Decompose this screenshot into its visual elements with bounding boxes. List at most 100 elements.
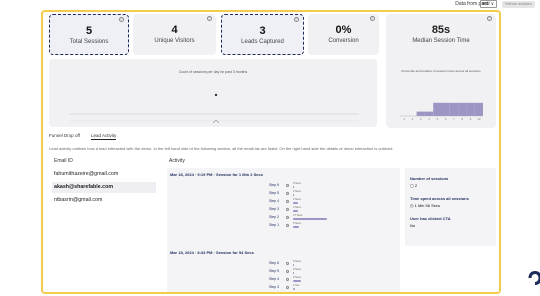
median-value: 85s <box>431 24 451 36</box>
step-duration-bar <box>293 264 294 266</box>
email-list-item[interactable]: fahumithazeire@gmail.com <box>52 169 156 180</box>
histogram-bar <box>466 102 475 116</box>
cta-clicked-value: No <box>410 223 416 228</box>
info-icon[interactable]: ⓘ <box>487 16 492 21</box>
stat-value: 5 <box>85 25 93 37</box>
stat-card-conversion: ⓘ 0% Conversion <box>308 14 379 55</box>
step-duration: 4 Secs <box>293 198 301 201</box>
step-dot <box>286 270 289 273</box>
histogram-tick: 7 <box>453 117 455 121</box>
step-duration: 1 Sec <box>293 284 300 287</box>
time-spent-label: Time spent across all sessions <box>410 196 469 201</box>
sessions-count-value: ▢ 2 <box>410 183 418 188</box>
time-spent-value: ◷ 1 Min 56 Secs <box>410 203 440 208</box>
step-dot <box>286 208 289 211</box>
stat-label: Total Sessions <box>69 39 109 45</box>
histogram-tick: 6 <box>445 117 447 121</box>
step-duration: 27 Secs <box>293 214 303 217</box>
step-label: Step 4 <box>269 277 280 281</box>
tab-lead-activity[interactable]: Lead Activity <box>91 133 117 140</box>
email-list-item-selected[interactable]: akash@sharefable.com <box>52 182 156 193</box>
histogram-tick: 5 <box>437 117 439 121</box>
stat-label: Conversion <box>328 38 359 44</box>
top-bar: Data from past 90d ∨ Refresh analytics <box>0 0 540 10</box>
step-duration-bar <box>293 210 298 212</box>
step-duration-bar <box>293 288 295 290</box>
analytics-panel: ⓘ 5 Total Sessions ⓘ 4 Unique Visitors ⓘ… <box>41 10 501 294</box>
step-dot <box>286 262 289 265</box>
step-duration-bar <box>293 226 300 228</box>
step-duration: 0 Secs <box>293 260 301 263</box>
date-range-select[interactable]: 90d ∨ <box>480 0 497 8</box>
activity-timeline: Mar 18, 2024 · 9:19 PM · Session for 1 M… <box>167 168 400 292</box>
step-duration: 6 Secs <box>293 276 301 279</box>
step-duration: 5 Secs <box>293 222 301 225</box>
step-duration-bar <box>293 280 301 282</box>
email-list-item[interactable]: ntbasrin@gmail.com <box>52 195 156 206</box>
step-duration-bar <box>293 186 294 188</box>
step-duration: 4 Secs <box>293 206 301 209</box>
cta-clicked-label: User has clicked CTA <box>410 216 451 221</box>
step-label: Step 2 <box>269 215 280 219</box>
median-caption: Percentile and duration of session times… <box>401 69 481 73</box>
step-label: Step 3 <box>269 207 280 211</box>
sessions-plot <box>69 93 359 124</box>
stat-label: Unique Visitors <box>154 38 195 44</box>
tab-funnel-drop-off[interactable]: Funnel Drop off <box>49 133 80 138</box>
histogram-tick: 9 <box>470 117 472 121</box>
step-duration-bar <box>293 194 294 196</box>
step-dot <box>286 216 289 219</box>
step-dot <box>286 278 289 281</box>
stat-card-total-sessions[interactable]: ⓘ 5 Total Sessions <box>49 14 129 55</box>
session-header: Mar 18, 2024 · 9:19 PM · Session for 1 M… <box>170 172 263 177</box>
median-label: Median Session Time <box>412 38 470 44</box>
sessions-per-day-chart: Count of sessions per day for past 3 mon… <box>49 59 377 127</box>
step-dot <box>286 192 289 195</box>
stat-value: 3 <box>259 25 266 37</box>
sessions-count-label: Number of sessions <box>410 176 449 181</box>
refresh-analytics-button[interactable]: Refresh analytics <box>502 1 535 8</box>
step-duration: 0 Secs <box>293 268 301 271</box>
step-dot <box>286 286 289 289</box>
histogram-tick: 10 <box>477 117 481 121</box>
step-duration-bar <box>293 202 298 204</box>
histogram-tick: 8 <box>461 117 463 121</box>
info-icon[interactable]: ⓘ <box>370 16 375 21</box>
step-label: Step 6 <box>269 183 280 187</box>
stat-value: 0% <box>335 24 352 36</box>
histogram-bar <box>424 111 434 116</box>
lead-summary-panel: Number of sessions ▢ 2 Time spent across… <box>405 168 496 246</box>
step-dot <box>286 200 289 203</box>
histogram-tick: 4 <box>428 117 430 121</box>
step-duration-bar <box>293 218 327 220</box>
info-icon[interactable]: ⓘ <box>119 17 124 22</box>
histogram-tick: 1 <box>403 117 405 121</box>
step-duration: 0 Secs <box>293 182 301 185</box>
stat-card-leads-captured[interactable]: ⓘ 3 Leads Captured <box>221 14 304 55</box>
median-session-time-card: ⓘ 85s Median Session Time Percentile and… <box>386 14 496 128</box>
session-time-histogram: 1 2 3 4 5 6 7 8 9 10 <box>400 102 483 121</box>
lead-activity-description: Lead activity outlines how a lead intera… <box>49 146 394 151</box>
step-label: Step 4 <box>269 199 280 203</box>
step-label: Step 6 <box>269 261 280 265</box>
histogram-bar <box>416 111 425 116</box>
info-icon[interactable]: ⓘ <box>294 17 299 22</box>
histogram-tick: 2 <box>412 117 414 121</box>
email-column-header: Email ID <box>54 158 73 164</box>
step-label: Step 5 <box>269 191 280 195</box>
chat-widget-icon[interactable] <box>528 270 540 286</box>
histogram-bar <box>458 102 467 116</box>
histogram-bar <box>433 102 442 116</box>
step-label: Step 5 <box>269 269 280 273</box>
step-duration: 0 Secs <box>293 190 301 193</box>
histogram-bar <box>474 102 483 116</box>
stat-value: 4 <box>171 24 178 36</box>
step-label: Step 3 <box>269 285 280 289</box>
step-label: Step 1 <box>269 223 280 227</box>
activity-column-header: Activity <box>169 158 185 164</box>
histogram-tick: 3 <box>420 117 422 121</box>
stat-card-unique-visitors: ⓘ 4 Unique Visitors <box>133 14 216 55</box>
session-header: Mar 18, 2024 · 8:33 PM · Session for 54 … <box>170 250 254 255</box>
histogram-bar <box>441 102 450 116</box>
info-icon[interactable]: ⓘ <box>207 16 212 21</box>
